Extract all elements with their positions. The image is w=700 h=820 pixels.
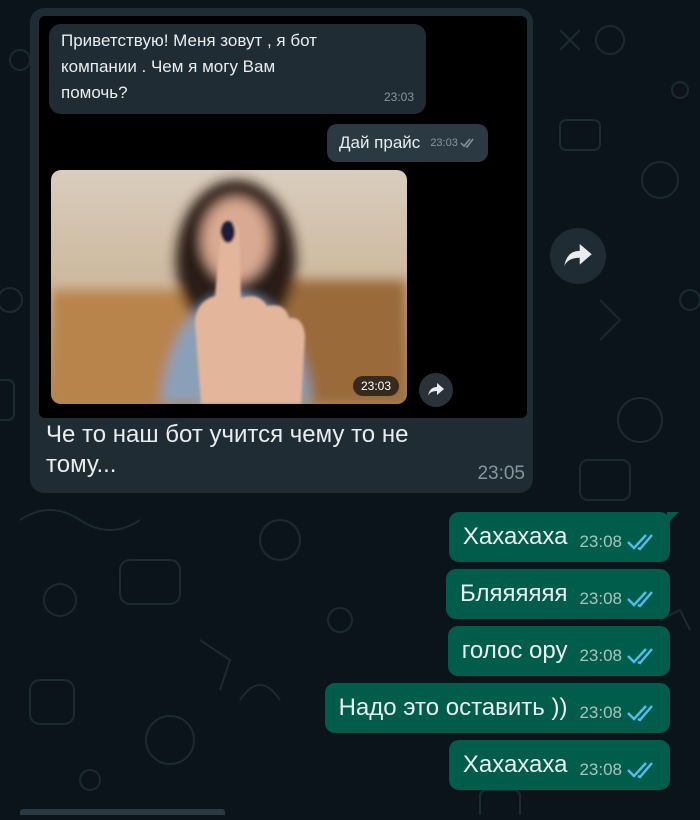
outgoing-message-text: Хахахаха bbox=[462, 751, 568, 778]
double-check-icon bbox=[627, 705, 653, 722]
photo-time: 23:03 bbox=[352, 376, 399, 396]
screenshot-forward-button[interactable] bbox=[419, 373, 453, 407]
user-price-request-text: Дай прайс bbox=[339, 133, 421, 152]
bottom-edge-bar bbox=[20, 809, 225, 815]
double-check-icon bbox=[627, 591, 653, 608]
outgoing-message-time: 23:08 bbox=[579, 532, 622, 551]
forward-icon bbox=[564, 244, 592, 267]
user-price-request-meta: 23:03 bbox=[430, 137, 476, 149]
outgoing-message-text: Хахахаха bbox=[462, 523, 568, 550]
outgoing-message-4[interactable]: Надо это оставить )) 23:08 bbox=[324, 683, 670, 733]
bot-greeting-line2: компании . Чем я могу Вам bbox=[61, 57, 276, 76]
double-check-icon bbox=[627, 762, 653, 779]
outgoing-message-meta: 23:08 bbox=[579, 579, 658, 609]
outgoing-message-meta: 23:08 bbox=[579, 750, 658, 780]
user-price-request-message: Дай прайс 23:03 bbox=[327, 124, 488, 162]
bot-greeting-line3: помочь? bbox=[61, 83, 128, 102]
bot-greeting-message: Приветствую! Меня зовут , я бот компании… bbox=[49, 24, 426, 114]
outgoing-message-text: голос ору bbox=[461, 637, 568, 664]
bot-greeting-time: 23:03 bbox=[383, 90, 414, 104]
forward-message-button[interactable] bbox=[550, 228, 606, 284]
blurred-photo-image bbox=[51, 170, 407, 404]
outgoing-message-text: Бляяяяяя bbox=[459, 580, 568, 607]
outgoing-message-time: 23:08 bbox=[579, 703, 622, 722]
outgoing-message-meta: 23:08 bbox=[579, 522, 658, 552]
forwarded-chat-screenshot[interactable]: Приветствую! Меня зовут , я бот компании… bbox=[39, 16, 527, 418]
outgoing-message-meta: 23:08 bbox=[579, 693, 658, 723]
incoming-time: 23:05 bbox=[477, 463, 525, 484]
outgoing-message-meta: 23:08 bbox=[579, 636, 658, 666]
double-check-icon bbox=[627, 648, 653, 665]
double-check-icon bbox=[627, 534, 653, 551]
forward-icon bbox=[428, 383, 444, 396]
bot-greeting-line1: Приветствую! Меня зовут , я бот bbox=[61, 31, 317, 50]
outgoing-message-time: 23:08 bbox=[579, 589, 622, 608]
incoming-message-bubble[interactable]: Приветствую! Меня зовут , я бот компании… bbox=[30, 8, 533, 493]
user-price-request-time: 23:03 bbox=[430, 137, 458, 149]
outgoing-message-time: 23:08 bbox=[579, 760, 622, 779]
outgoing-message-text: Надо это оставить )) bbox=[338, 694, 568, 721]
incoming-caption: Че то наш бот учится чему то не тому... bbox=[46, 421, 409, 478]
double-check-icon bbox=[460, 138, 474, 148]
photo-message[interactable]: 23:03 bbox=[51, 170, 407, 404]
outgoing-message-1[interactable]: Хахахаха 23:08 bbox=[448, 512, 679, 562]
outgoing-message-5[interactable]: Хахахаха 23:08 bbox=[448, 740, 670, 790]
outgoing-message-2[interactable]: Бляяяяяя 23:08 bbox=[445, 569, 670, 619]
outgoing-message-time: 23:08 bbox=[579, 646, 622, 665]
outgoing-message-3[interactable]: голос ору 23:08 bbox=[447, 626, 670, 676]
